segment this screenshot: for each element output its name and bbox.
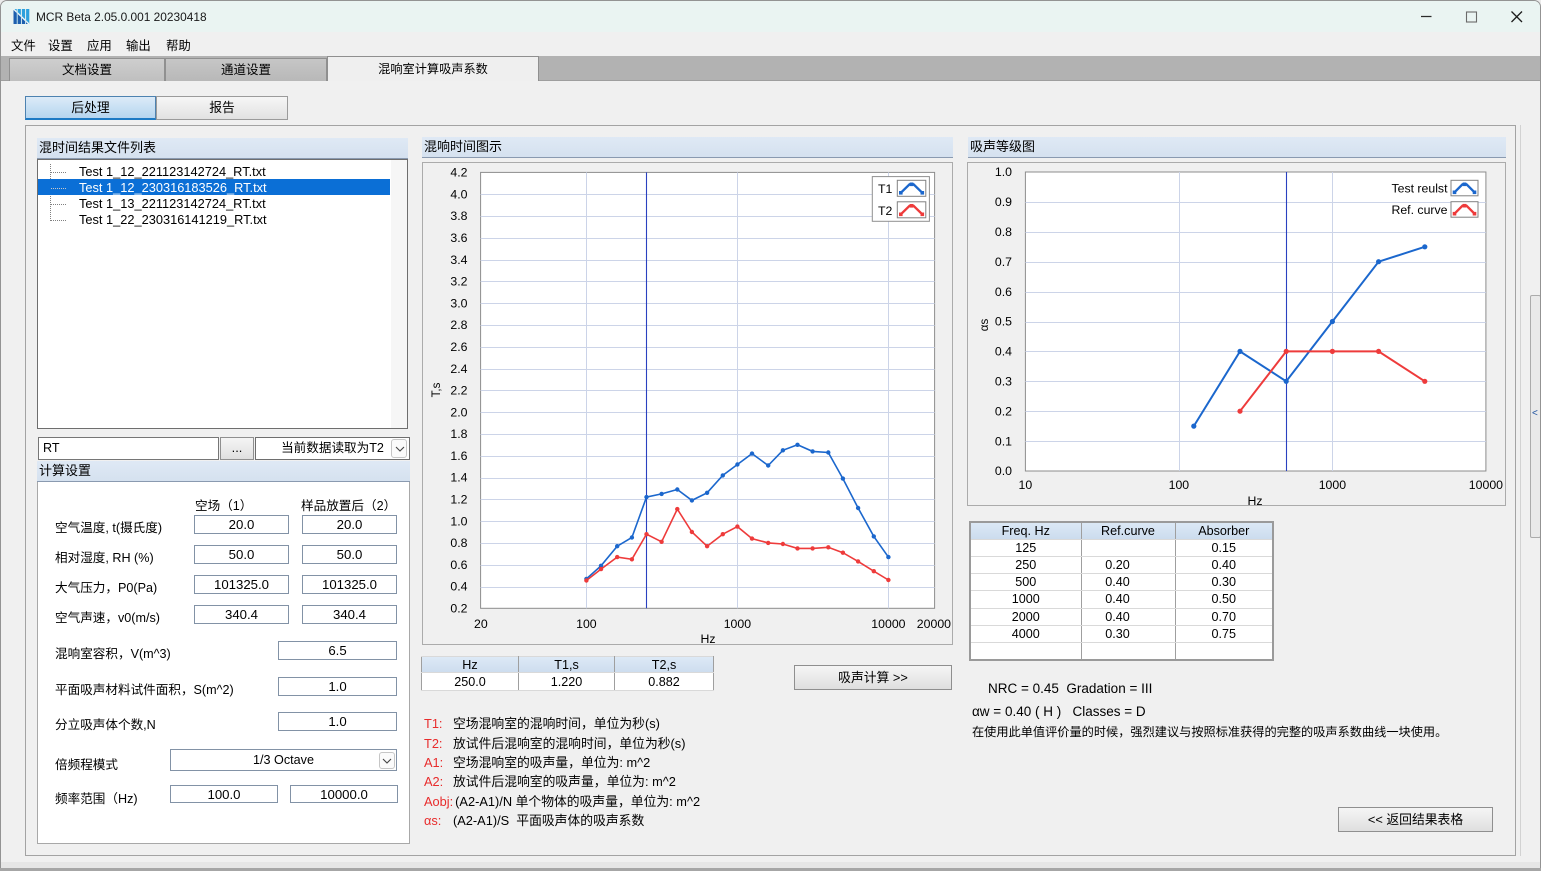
svg-text:1.0: 1.0 — [995, 165, 1012, 179]
svg-text:3.8: 3.8 — [450, 209, 467, 223]
svg-text:T2: T2 — [878, 204, 893, 218]
svg-text:1000: 1000 — [1319, 478, 1347, 492]
svg-text:Hz: Hz — [700, 632, 715, 645]
svg-text:3.6: 3.6 — [450, 231, 467, 245]
svg-text:0.1: 0.1 — [995, 434, 1012, 448]
svg-text:0.0: 0.0 — [995, 464, 1012, 478]
svg-text:20: 20 — [474, 617, 488, 631]
svg-text:0.9: 0.9 — [995, 195, 1012, 209]
svg-text:10000: 10000 — [1469, 478, 1503, 492]
svg-text:Ref. curve: Ref. curve — [1391, 203, 1447, 217]
svg-text:20000: 20000 — [917, 617, 951, 631]
svg-text:3.4: 3.4 — [450, 253, 467, 267]
svg-text:2.6: 2.6 — [450, 340, 467, 354]
svg-text:0.4: 0.4 — [450, 580, 467, 594]
svg-text:1.8: 1.8 — [450, 427, 467, 441]
svg-text:T,s: T,s — [431, 382, 443, 397]
svg-text:0.2: 0.2 — [995, 404, 1012, 418]
svg-text:10000: 10000 — [871, 617, 905, 631]
svg-text:αs: αs — [979, 319, 991, 332]
svg-text:Test reulst: Test reulst — [1391, 182, 1448, 196]
svg-text:0.3: 0.3 — [995, 375, 1012, 389]
svg-text:0.8: 0.8 — [995, 225, 1012, 239]
svg-text:4.0: 4.0 — [450, 187, 467, 201]
svg-text:0.4: 0.4 — [995, 345, 1012, 359]
svg-text:0.8: 0.8 — [450, 536, 467, 550]
svg-text:Hz: Hz — [1247, 494, 1262, 506]
svg-text:100: 100 — [576, 617, 597, 631]
svg-text:0.6: 0.6 — [450, 558, 467, 572]
svg-text:1.2: 1.2 — [450, 493, 467, 507]
svg-text:T1: T1 — [878, 182, 893, 196]
svg-text:4.2: 4.2 — [450, 166, 467, 180]
svg-text:0.5: 0.5 — [995, 315, 1012, 329]
svg-text:2.0: 2.0 — [450, 405, 467, 419]
svg-text:2.8: 2.8 — [450, 318, 467, 332]
svg-text:0.7: 0.7 — [995, 255, 1012, 269]
svg-text:1.6: 1.6 — [450, 449, 467, 463]
svg-text:0.2: 0.2 — [450, 602, 467, 616]
svg-text:2.2: 2.2 — [450, 384, 467, 398]
svg-text:1000: 1000 — [724, 617, 752, 631]
svg-text:3.2: 3.2 — [450, 275, 467, 289]
svg-text:10: 10 — [1019, 478, 1033, 492]
svg-text:1.0: 1.0 — [450, 514, 467, 528]
svg-text:2.4: 2.4 — [450, 362, 467, 376]
svg-text:1.4: 1.4 — [450, 471, 467, 485]
svg-text:3.0: 3.0 — [450, 296, 467, 310]
svg-text:0.6: 0.6 — [995, 285, 1012, 299]
svg-text:100: 100 — [1169, 478, 1190, 492]
